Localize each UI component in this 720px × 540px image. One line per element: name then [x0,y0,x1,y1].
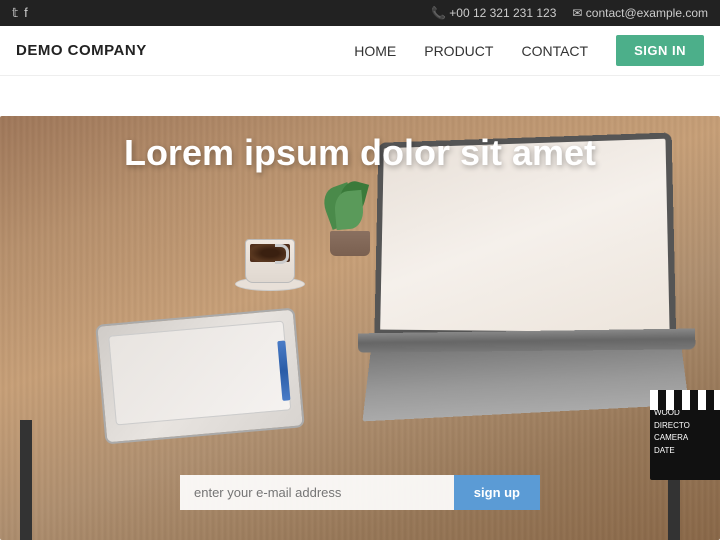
coffee-cup [230,221,310,291]
nav-contact[interactable]: CONTACT [521,43,588,59]
plant [320,176,380,256]
plant-pot [330,231,370,256]
contact-info: 📞 +00 12 321 231 123 ✉ contact@example.c… [431,6,708,20]
nav-home[interactable]: HOME [354,43,396,59]
signup-bar: sign up [180,475,540,510]
leaf-3 [333,190,364,230]
main-nav: DEMO COMPANY HOME PRODUCT CONTACT SIGN I… [0,26,720,76]
cup-handle [275,244,289,264]
signin-button[interactable]: SIGN IN [616,35,704,66]
clapper-stripes [650,390,720,410]
cup-body [245,239,295,283]
tablet-surface [108,321,291,426]
nav-links: HOME PRODUCT CONTACT SIGN IN [354,35,704,66]
hero-headline: Lorem ipsum dolor sit amet [0,132,720,174]
laptop-base [358,329,696,353]
top-bar: 𝕥 f 📞 +00 12 321 231 123 ✉ contact@examp… [0,0,720,26]
nav-product[interactable]: PRODUCT [424,43,493,59]
brand-logo: DEMO COMPANY [16,42,147,59]
twitter-icon[interactable]: 𝕥 [12,5,18,21]
table-leg-left [20,420,32,540]
signup-button[interactable]: sign up [454,475,540,510]
clapper-board: HOLLY- WOOD DIRECTO CAMERA DATE [650,390,720,480]
phone-number: 📞 +00 12 321 231 123 [431,6,556,20]
social-links: 𝕥 f [12,5,28,21]
laptop [370,136,690,416]
hero-section: Lorem ipsum dolor sit amet HOLLY- [0,76,720,540]
plant-leaves [320,176,380,236]
email-input[interactable] [180,475,454,510]
email-address: ✉ contact@example.com [572,6,708,20]
facebook-icon[interactable]: f [24,5,28,21]
drawing-tablet [95,308,305,445]
